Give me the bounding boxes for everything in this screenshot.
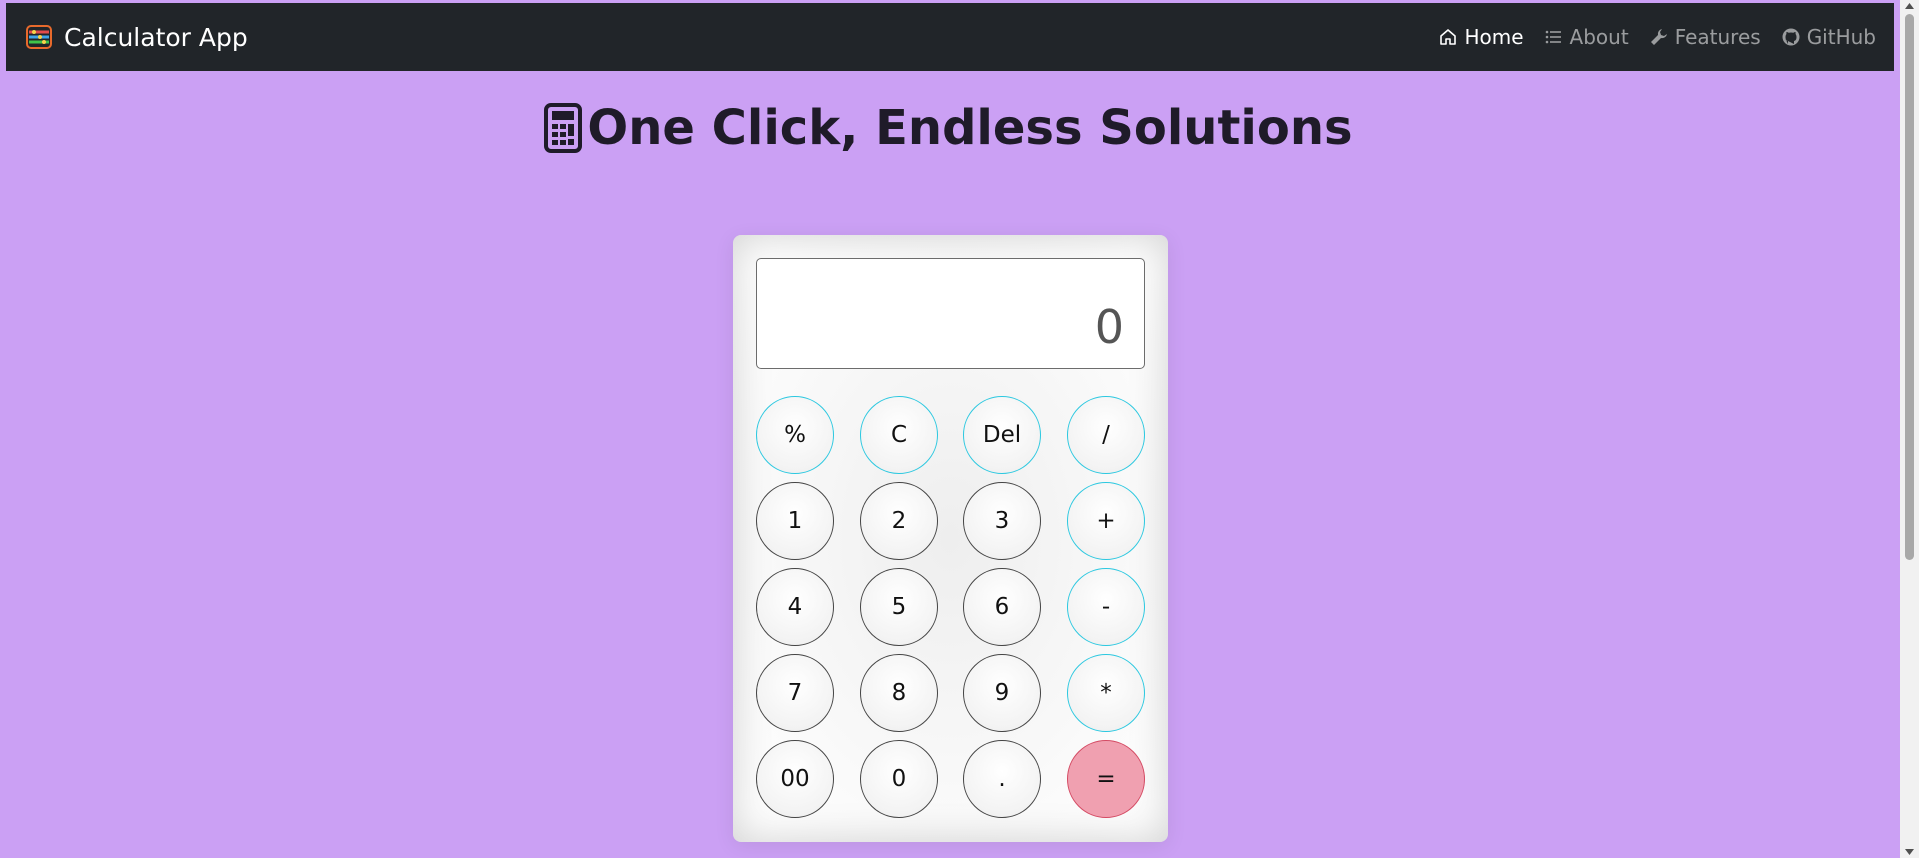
list-icon xyxy=(1545,30,1561,44)
nav-about-label: About xyxy=(1569,25,1629,49)
nav-about[interactable]: About xyxy=(1544,25,1629,49)
multiply-button[interactable]: * xyxy=(1067,654,1145,732)
nav-features-label: Features xyxy=(1674,25,1761,49)
digit-9-button[interactable]: 9 xyxy=(963,654,1041,732)
subtract-button[interactable]: - xyxy=(1067,568,1145,646)
digit-2-button[interactable]: 2 xyxy=(860,482,938,560)
delete-button[interactable]: Del xyxy=(963,396,1041,474)
scroll-down-arrow-icon[interactable] xyxy=(1904,848,1915,856)
nav-links: Home About Features GitHub xyxy=(1438,25,1876,49)
home-icon xyxy=(1440,29,1457,45)
calculator: % C Del / 1 2 3 + 4 5 6 - 7 8 9 * 00 0 .… xyxy=(733,235,1168,842)
nav-home-label: Home xyxy=(1464,25,1524,49)
scrollbar-thumb[interactable] xyxy=(1905,14,1914,560)
digit-4-button[interactable]: 4 xyxy=(756,568,834,646)
add-button[interactable]: + xyxy=(1067,482,1145,560)
equals-button[interactable]: = xyxy=(1067,740,1145,818)
decimal-button[interactable]: . xyxy=(963,740,1041,818)
calculator-display[interactable] xyxy=(756,258,1145,369)
github-icon xyxy=(1782,28,1800,46)
digit-8-button[interactable]: 8 xyxy=(860,654,938,732)
digit-5-button[interactable]: 5 xyxy=(860,568,938,646)
nav-home[interactable]: Home xyxy=(1438,25,1524,49)
page-headline: One Click, Endless Solutions xyxy=(0,100,1896,156)
wrench-icon xyxy=(1650,29,1667,45)
nav-features[interactable]: Features xyxy=(1649,25,1761,49)
digit-7-button[interactable]: 7 xyxy=(756,654,834,732)
divide-button[interactable]: / xyxy=(1067,396,1145,474)
double-zero-button[interactable]: 00 xyxy=(756,740,834,818)
digit-6-button[interactable]: 6 xyxy=(963,568,1041,646)
abacus-icon xyxy=(26,24,52,50)
navbar: Calculator App Home About Features GitHu… xyxy=(6,3,1894,71)
clear-button[interactable]: C xyxy=(860,396,938,474)
digit-1-button[interactable]: 1 xyxy=(756,482,834,560)
digit-0-button[interactable]: 0 xyxy=(860,740,938,818)
digit-3-button[interactable]: 3 xyxy=(963,482,1041,560)
brand-label: Calculator App xyxy=(64,22,248,52)
scroll-up-arrow-icon[interactable] xyxy=(1904,2,1915,10)
headline-text: One Click, Endless Solutions xyxy=(587,100,1353,156)
nav-github[interactable]: GitHub xyxy=(1781,25,1876,49)
calculator-icon xyxy=(544,103,583,153)
nav-github-label: GitHub xyxy=(1806,25,1876,49)
brand-link[interactable]: Calculator App xyxy=(26,23,248,52)
percent-button[interactable]: % xyxy=(756,396,834,474)
